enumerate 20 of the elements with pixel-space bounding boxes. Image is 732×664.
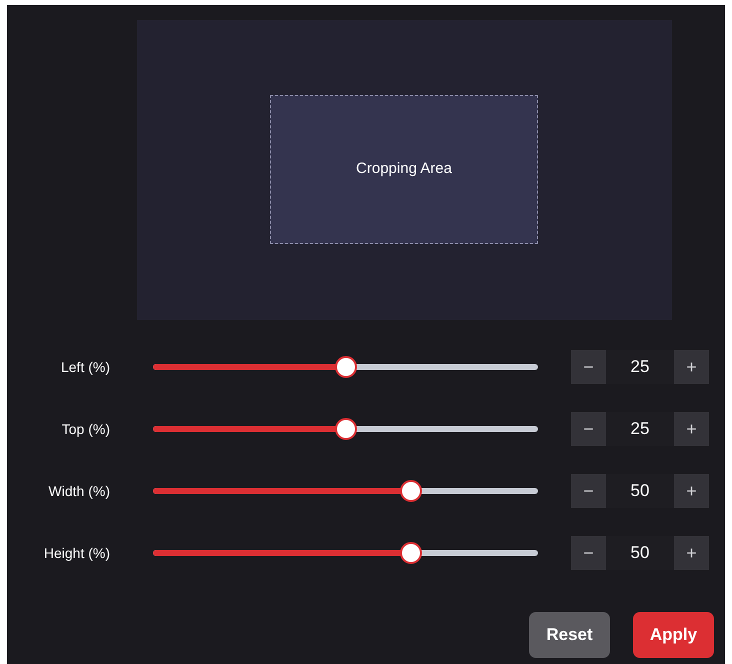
increment-button[interactable]: + — [674, 474, 709, 508]
decrement-button[interactable]: − — [571, 536, 606, 570]
slider-thumb[interactable] — [334, 418, 356, 440]
slider-label: Top (%) — [60, 420, 110, 439]
slider-thumb[interactable] — [400, 480, 422, 502]
slider-label: Height (%) — [42, 544, 110, 563]
reset-button[interactable]: Reset — [529, 612, 610, 658]
slider-thumb[interactable] — [334, 356, 356, 378]
increment-button[interactable]: + — [674, 412, 709, 446]
decrement-button[interactable]: − — [571, 474, 606, 508]
cropping-area-label: Cropping Area — [356, 159, 452, 180]
slider-thumb[interactable] — [400, 542, 422, 564]
slider-label: Width (%) — [48, 482, 110, 501]
increment-button[interactable]: + — [674, 536, 709, 570]
increment-button[interactable]: + — [674, 350, 709, 384]
cropping-area[interactable]: Cropping Area — [270, 95, 538, 244]
apply-button[interactable]: Apply — [633, 612, 714, 658]
decrement-button[interactable]: − — [571, 412, 606, 446]
decrement-button[interactable]: − — [571, 350, 606, 384]
slider-label: Left (%) — [60, 358, 110, 377]
